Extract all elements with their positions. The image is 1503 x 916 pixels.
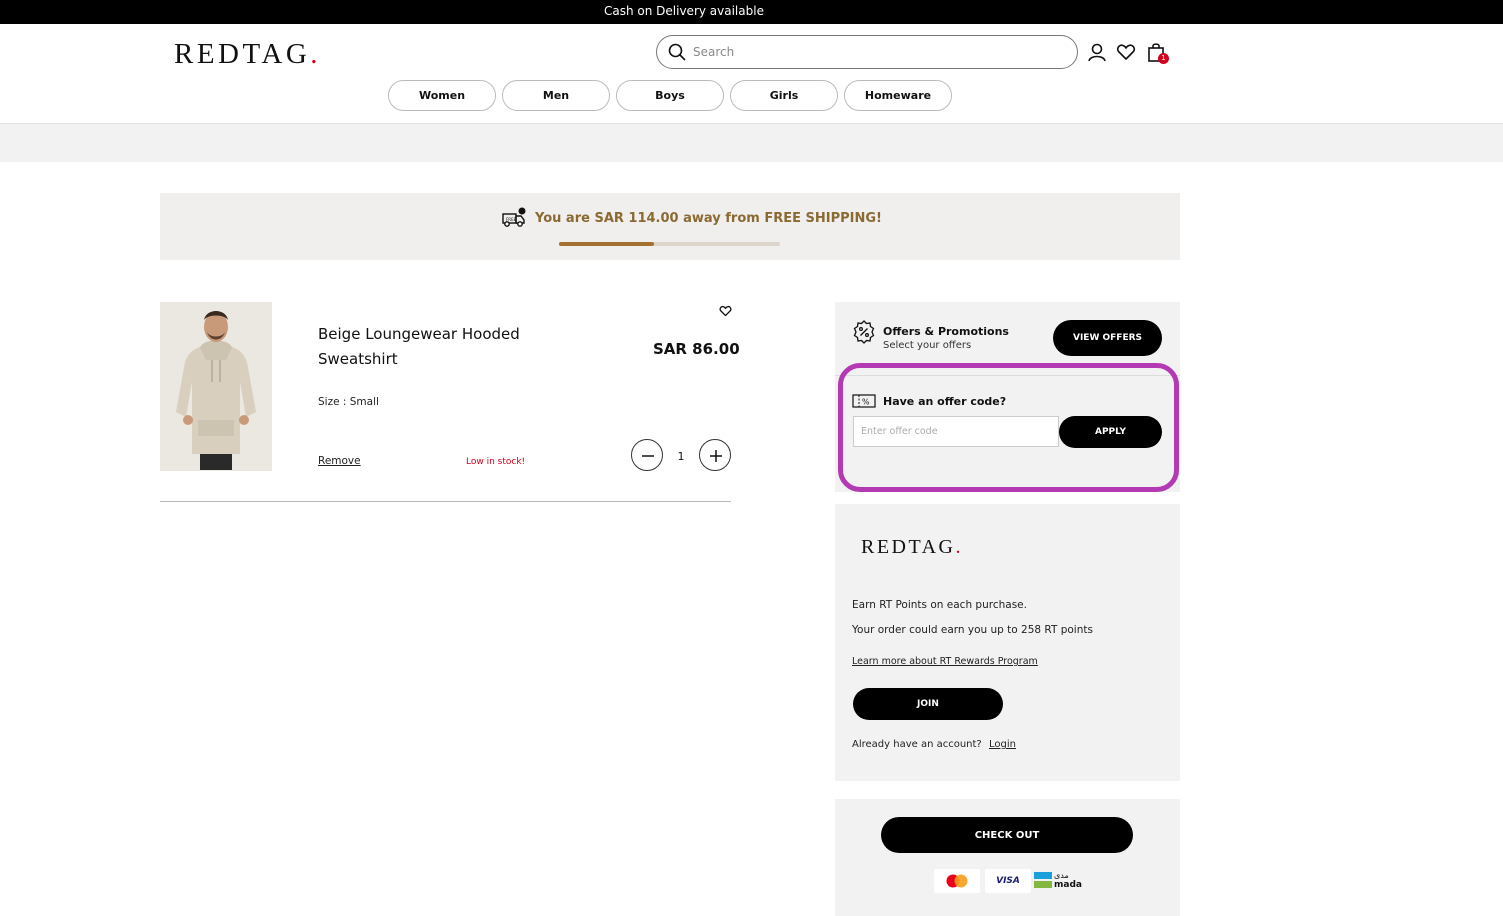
nav-item-men[interactable]: Men <box>502 80 610 111</box>
plus-icon <box>710 450 722 462</box>
logo-text: REDTAG <box>174 38 311 70</box>
shipping-progress-bar <box>559 242 780 246</box>
mada-logo: مدى mada <box>1034 869 1082 893</box>
nav-item-homeware[interactable]: Homeware <box>844 80 952 111</box>
site-header: REDTAG. 1 Women Men Boys Girls Homeware <box>0 24 1503 124</box>
nav-item-girls[interactable]: Girls <box>730 80 838 111</box>
offer-code-input[interactable] <box>853 416 1059 447</box>
offers-title: Offers & Promotions <box>883 325 1009 338</box>
rewards-logo-dot: . <box>955 536 964 558</box>
minus-icon <box>642 455 654 457</box>
product-name[interactable]: Beige Loungewear Hooded Sweatshirt <box>318 322 558 372</box>
rewards-logo: REDTAG. <box>861 536 963 559</box>
product-size: Size : Small <box>318 396 379 408</box>
shipping-progress-fill <box>559 242 655 246</box>
checkout-button[interactable]: CHECK OUT <box>881 817 1133 853</box>
wishlist-heart-icon[interactable] <box>719 305 732 317</box>
already-account-text: Already have an account? <box>852 739 982 750</box>
mada-arabic-text: مدى <box>1054 871 1069 880</box>
learn-rewards-link[interactable]: Learn more about RT Rewards Program <box>852 656 1038 667</box>
logo-dot: . <box>310 38 322 70</box>
user-icon[interactable] <box>1087 42 1107 62</box>
mastercard-logo <box>934 869 980 893</box>
delivery-truck-icon: FREE <box>502 207 526 227</box>
nav-item-boys[interactable]: Boys <box>616 80 724 111</box>
nav-item-women[interactable]: Women <box>388 80 496 111</box>
mastercard-icon <box>946 874 968 888</box>
increase-quantity-button[interactable] <box>699 439 731 471</box>
redtag-logo[interactable]: REDTAG. <box>174 38 321 71</box>
remove-item-link[interactable]: Remove <box>318 455 361 467</box>
join-button[interactable]: JOIN <box>853 688 1003 720</box>
svg-text:%: % <box>862 398 870 407</box>
low-stock-label: Low in stock! <box>466 457 526 467</box>
product-image[interactable] <box>160 302 272 471</box>
product-photo <box>160 302 272 471</box>
announcement-bar: Cash on Delivery available <box>0 0 1503 24</box>
visa-logo: VISA <box>985 869 1031 893</box>
rewards-logo-text: REDTAG <box>861 536 956 558</box>
free-shipping-message: You are SAR 114.00 away from FREE SHIPPI… <box>535 211 882 226</box>
search-bar[interactable] <box>656 35 1078 69</box>
rewards-points-text: Your order could earn you up to 258 RT p… <box>852 624 1093 636</box>
offer-code-label: Have an offer code? <box>883 395 1007 408</box>
free-shipping-banner: FREE You are SAR 114.00 away from FREE S… <box>160 193 1180 260</box>
decrease-quantity-button[interactable] <box>631 439 663 471</box>
quantity-value: 1 <box>677 450 685 463</box>
announcement-text: Cash on Delivery available <box>604 4 764 18</box>
svg-text:FREE: FREE <box>506 217 517 222</box>
search-input[interactable] <box>693 42 1053 62</box>
rewards-earn-text: Earn RT Points on each purchase. <box>852 599 1027 611</box>
cart-item-divider <box>160 501 731 502</box>
heart-icon[interactable] <box>1116 42 1136 62</box>
login-link[interactable]: Login <box>989 739 1016 750</box>
product-price: SAR 86.00 <box>653 340 740 358</box>
search-icon <box>668 43 686 61</box>
coupon-icon: % <box>852 394 876 408</box>
breadcrumb-strip <box>0 124 1503 162</box>
view-offers-button[interactable]: VIEW OFFERS <box>1053 320 1162 356</box>
promotion-badge-icon <box>853 320 875 344</box>
offers-subtitle: Select your offers <box>883 340 972 351</box>
cart-count-badge: 1 <box>1158 53 1169 64</box>
apply-code-button[interactable]: APPLY <box>1059 416 1162 448</box>
mada-text: mada <box>1054 880 1082 890</box>
